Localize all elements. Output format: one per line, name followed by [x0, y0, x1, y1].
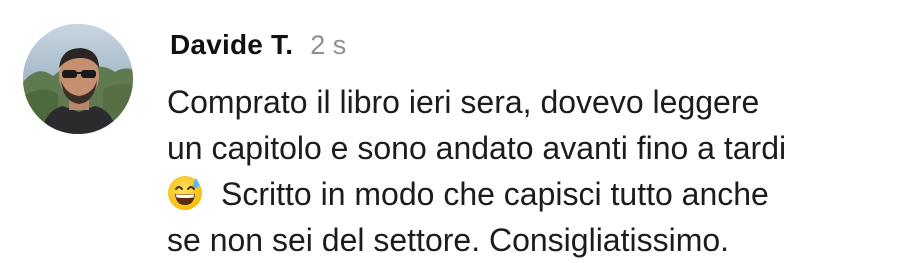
comment-line: un capitolo e sono andato avanti fino a …	[167, 130, 787, 166]
comment-line: se non sei del settore. Consigliatissimo…	[167, 222, 730, 258]
author-name[interactable]: Davide T.	[170, 29, 293, 61]
profile-photo-icon	[23, 24, 133, 134]
comment: Davide T. 2 s Comprato il libro ieri ser…	[0, 0, 900, 261]
comment-line-with-emoji: Scritto in modo che capisci tutto anche	[167, 171, 887, 217]
comment-line-text: Scritto in modo che capisci tutto anche	[221, 176, 769, 212]
timestamp: 2 s	[310, 30, 347, 60]
avatar[interactable]	[23, 24, 133, 134]
comment-header: Davide T. 2 s	[170, 29, 346, 69]
comment-line: Comprato il libro ieri sera, dovevo legg…	[167, 84, 760, 120]
grinning-face-with-sweat-icon	[167, 175, 203, 211]
comment-text: Comprato il libro ieri sera, dovevo legg…	[167, 79, 887, 263]
